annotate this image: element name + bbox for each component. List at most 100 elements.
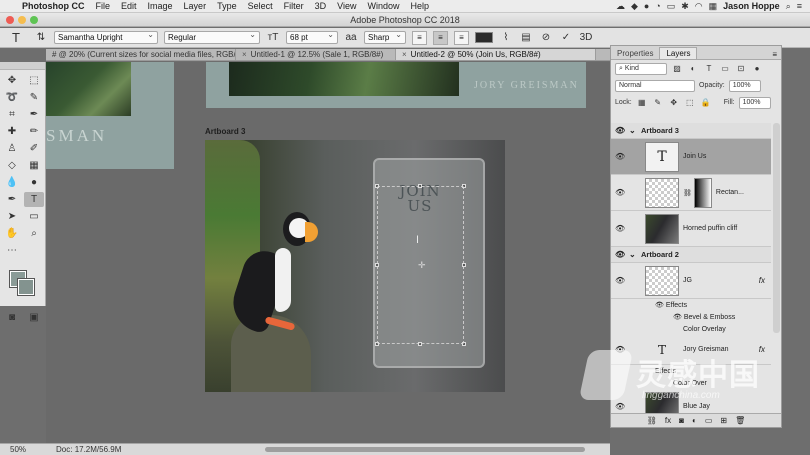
align-right-button[interactable]: ≡ [454, 30, 469, 45]
visibility-eye-icon[interactable]: 👁 [615, 152, 645, 161]
doc-size[interactable]: Doc: 17.2M/56.9M [56, 445, 121, 454]
chevron-down-icon[interactable]: ⌄ [629, 126, 641, 135]
flag-icon[interactable]: ▦ [709, 1, 718, 12]
history-brush-icon[interactable]: ✐ [24, 141, 44, 156]
menu-list-icon[interactable]: ≡ [797, 1, 802, 11]
effect-color-overlay-row[interactable]: Color Overlay [611, 323, 771, 335]
artboard-3-label[interactable]: Artboard 3 [205, 127, 245, 136]
tab-properties[interactable]: Properties [611, 48, 659, 59]
new-group-icon[interactable]: ▭ [705, 416, 713, 425]
filter-shape-icon[interactable]: ▭ [719, 64, 731, 73]
quick-select-tool-icon[interactable]: ✎ [24, 90, 44, 105]
visibility-eye-icon[interactable]: 👁 [615, 250, 629, 259]
new-adjustment-icon[interactable]: ◐ [692, 416, 697, 425]
font-family-select[interactable]: Samantha Upright [54, 29, 158, 44]
stamp-tool-icon[interactable]: ♙ [2, 141, 22, 156]
blur-tool-icon[interactable]: 💧 [2, 175, 22, 190]
font-style-select[interactable]: Regular [164, 29, 260, 44]
eyedropper-tool-icon[interactable]: ✒ [24, 107, 44, 122]
add-style-icon[interactable]: fx [665, 416, 671, 425]
transform-handle[interactable] [418, 342, 422, 346]
cancel-edit-icon[interactable]: ⊘ [539, 32, 553, 43]
horizontal-scrollbar[interactable] [265, 447, 585, 452]
lock-artboard-icon[interactable]: ⬚ [684, 98, 696, 107]
dodge-tool-icon[interactable]: ● [24, 175, 44, 190]
more-tools-icon[interactable]: ⋯ [2, 243, 22, 258]
minimize-window-button[interactable] [18, 16, 26, 24]
commit-edit-icon[interactable]: ✓ [559, 32, 573, 43]
transform-handle[interactable] [462, 342, 466, 346]
effect-eye-icon[interactable]: 👁 [655, 301, 666, 309]
timer-icon[interactable]: ◔ [655, 1, 660, 11]
effects-fx-icon[interactable]: fx [759, 276, 765, 285]
dropbox-icon[interactable]: ◆ [631, 1, 638, 12]
layer-group-artboard-3[interactable]: 👁 ⌄ Artboard 3 [611, 123, 771, 139]
layer-jory-greisman[interactable]: 👁 T Jory Greisman fx [611, 335, 771, 365]
menu-type[interactable]: Type [217, 1, 237, 11]
app-menu[interactable]: Photoshop CC [22, 1, 85, 11]
lock-transparent-icon[interactable]: ▦ [636, 98, 648, 107]
filter-toggle-icon[interactable]: ● [751, 64, 763, 73]
close-tab-icon[interactable]: × [402, 50, 407, 59]
type-tool-preset-icon[interactable]: T [4, 30, 28, 45]
visibility-eye-icon[interactable]: 👁 [615, 276, 645, 285]
tab-document-1[interactable]: # @ 20% (Current sizes for social media … [46, 49, 236, 60]
transform-handle[interactable] [375, 342, 379, 346]
add-mask-icon[interactable]: ◙ [679, 416, 684, 425]
transform-handle[interactable] [375, 184, 379, 188]
effect-eye-icon[interactable]: 👁 [673, 313, 684, 321]
font-size-select[interactable]: 68 pt [286, 29, 338, 44]
brush-tool-icon[interactable]: ✏ [24, 124, 44, 139]
quick-mask-icon[interactable]: ◙ [2, 310, 22, 325]
warp-text-icon[interactable]: ⌇ [499, 32, 513, 43]
type-tool-icon[interactable]: T [24, 192, 44, 207]
visibility-eye-icon[interactable]: 👁 [615, 224, 645, 233]
crop-tool-icon[interactable]: ⌗ [2, 107, 22, 122]
zoom-level[interactable]: 50% [10, 445, 26, 454]
healing-tool-icon[interactable]: ✚ [2, 124, 22, 139]
marquee-tool-icon[interactable]: ⬚ [24, 73, 44, 88]
blend-mode-select[interactable]: Normal [615, 79, 695, 92]
transform-handle[interactable] [462, 263, 466, 267]
menu-view[interactable]: View [337, 1, 356, 11]
filter-kind-select[interactable]: ⌕ Kind [615, 62, 667, 75]
path-select-tool-icon[interactable]: ➤ [2, 209, 22, 224]
opacity-input[interactable]: 100% [728, 79, 761, 92]
background-color-swatch[interactable] [17, 278, 35, 296]
filter-adjustment-icon[interactable]: ◐ [687, 64, 699, 73]
transform-handle[interactable] [375, 263, 379, 267]
tab-layers[interactable]: Layers [659, 47, 698, 59]
effects-row[interactable]: Effects [611, 365, 771, 377]
link-layers-icon[interactable]: ⛓ [647, 416, 657, 425]
panel-menu-icon[interactable]: ≡ [772, 50, 781, 59]
delete-layer-icon[interactable]: 🗑 [735, 416, 745, 425]
canvas-area[interactable]: SMAN JORY GREISMAN Artboard 3 JOIN US ✛ … [46, 62, 610, 443]
eraser-tool-icon[interactable]: ◇ [2, 158, 22, 173]
layer-rectangle[interactable]: 👁 ⛓ Rectan... [611, 175, 771, 211]
screen-mode-icon[interactable]: ▣ [24, 310, 44, 325]
menu-layer[interactable]: Layer [184, 1, 207, 11]
bluetooth-icon[interactable]: ✱ [681, 1, 689, 12]
effect-color-overlay-row[interactable]: Color Over [611, 377, 771, 389]
link-icon[interactable]: ⛓ [683, 189, 692, 197]
spotlight-icon[interactable]: ⌕ [786, 1, 791, 12]
menu-select[interactable]: Select [248, 1, 273, 11]
effect-bevel-row[interactable]: 👁 Bevel & Emboss [611, 311, 771, 323]
menu-window[interactable]: Window [367, 1, 399, 11]
creative-cloud-icon[interactable]: ☁ [616, 1, 625, 12]
close-window-button[interactable] [6, 16, 14, 24]
visibility-eye-icon[interactable]: 👁 [615, 402, 645, 411]
menu-3d[interactable]: 3D [315, 1, 327, 11]
artboard-3[interactable]: JOIN US ✛ Ⅰ [205, 140, 505, 392]
tab-document-2[interactable]: × Untitled-1 @ 12.5% (Sale 1, RGB/8#) [236, 49, 396, 60]
layer-jg[interactable]: 👁 JG fx [611, 263, 771, 299]
antialias-select[interactable]: Sharp [364, 29, 406, 44]
gradient-tool-icon[interactable]: ▦ [24, 158, 44, 173]
character-panel-icon[interactable]: ▤ [519, 32, 533, 43]
lasso-tool-icon[interactable]: ➰ [2, 90, 22, 105]
visibility-eye-icon[interactable]: 👁 [615, 188, 645, 197]
visibility-eye-icon[interactable]: 👁 [615, 345, 645, 354]
zoom-tool-icon[interactable]: ⌕ [24, 226, 44, 241]
effects-fx-icon[interactable]: fx [759, 345, 765, 354]
filter-type-icon[interactable]: T [703, 64, 715, 73]
